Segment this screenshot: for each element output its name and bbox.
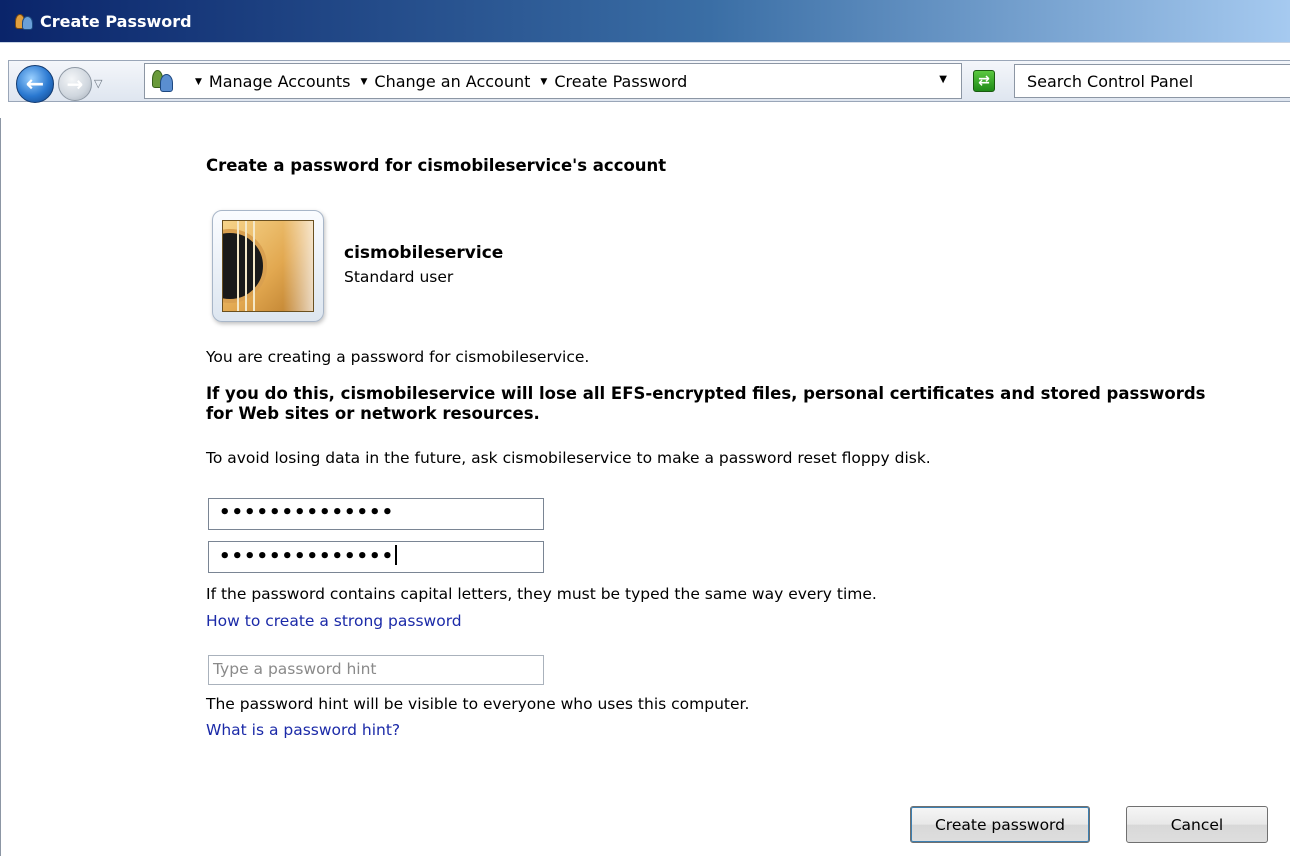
guitar-avatar-icon xyxy=(222,220,314,312)
breadcrumb-arrow-icon[interactable]: ▼ xyxy=(195,77,202,87)
address-dropdown-icon[interactable]: ▼ xyxy=(939,74,947,85)
recent-pages-dropdown[interactable]: ▽ xyxy=(94,77,102,90)
title-bar: Create Password xyxy=(0,0,1290,42)
new-password-value: •••••••••••••• xyxy=(219,502,395,523)
forward-button[interactable]: → xyxy=(58,67,92,101)
capital-letters-note: If the password contains capital letters… xyxy=(206,585,877,603)
confirm-password-value: •••••••••••••• xyxy=(219,546,395,567)
breadcrumb-arrow-icon[interactable]: ▼ xyxy=(361,77,368,87)
breadcrumb: ▼ Manage Accounts ▼ Change an Account ▼ … xyxy=(191,72,687,91)
strong-password-link[interactable]: How to create a strong password xyxy=(206,612,462,630)
hint-visibility-note: The password hint will be visible to eve… xyxy=(206,695,750,713)
create-password-button[interactable]: Create password xyxy=(910,806,1090,843)
avatar xyxy=(212,210,324,322)
password-hint-help-link[interactable]: What is a password hint? xyxy=(206,721,400,739)
window-title: Create Password xyxy=(40,11,192,31)
back-button[interactable]: ← xyxy=(16,65,54,103)
user-accounts-location-icon xyxy=(149,68,175,94)
arrow-left-icon: ← xyxy=(25,71,45,97)
breadcrumb-manage-accounts[interactable]: Manage Accounts xyxy=(209,72,351,91)
new-password-field[interactable]: •••••••••••••• xyxy=(208,498,544,530)
search-input[interactable]: Search Control Panel xyxy=(1014,64,1290,98)
breadcrumb-create-password[interactable]: Create Password xyxy=(554,72,687,91)
cancel-button[interactable]: Cancel xyxy=(1126,806,1268,843)
user-name: cismobileservice xyxy=(344,243,504,263)
user-accounts-icon xyxy=(14,11,34,31)
window-left-border xyxy=(0,118,1,856)
chevron-down-icon: ▽ xyxy=(94,77,103,90)
page-title: Create a password for cismobileservice's… xyxy=(206,156,667,175)
refresh-button[interactable]: ⇄ xyxy=(966,65,1002,97)
password-hint-placeholder: Type a password hint xyxy=(213,660,377,678)
confirm-password-field[interactable]: •••••••••••••• xyxy=(208,541,544,573)
text-cursor xyxy=(395,545,398,565)
warning-text: If you do this, cismobileservice will lo… xyxy=(206,384,1206,423)
user-role: Standard user xyxy=(344,268,454,286)
search-placeholder: Search Control Panel xyxy=(1027,72,1194,91)
refresh-icon: ⇄ xyxy=(973,70,995,92)
avoid-data-loss-text: To avoid losing data in the future, ask … xyxy=(206,449,931,467)
address-bar: ← → ▽ ▼ Manage Accounts ▼ Change an Acco… xyxy=(0,42,1290,118)
breadcrumb-change-account[interactable]: Change an Account xyxy=(374,72,530,91)
breadcrumb-arrow-icon[interactable]: ▼ xyxy=(540,77,547,87)
arrow-right-icon: → xyxy=(66,72,84,96)
address-field[interactable]: ▼ Manage Accounts ▼ Change an Account ▼ … xyxy=(144,63,962,99)
password-hint-field[interactable]: Type a password hint xyxy=(208,655,544,685)
info-text: You are creating a password for cismobil… xyxy=(206,348,590,366)
